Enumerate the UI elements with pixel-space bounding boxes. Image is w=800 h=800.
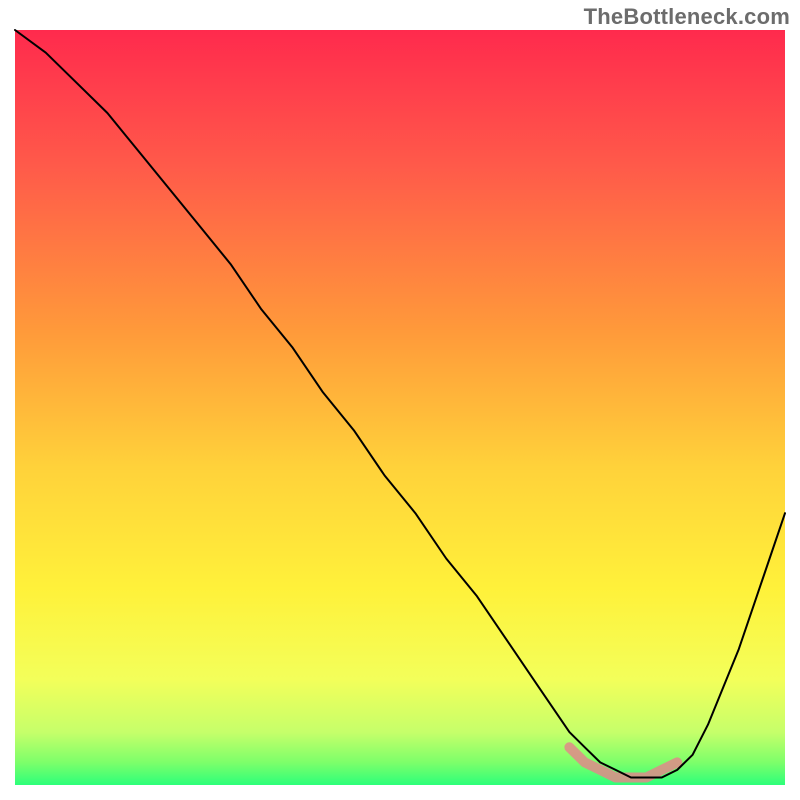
- bottleneck-chart: [0, 0, 800, 800]
- gradient-background: [15, 30, 785, 785]
- watermark-text: TheBottleneck.com: [584, 4, 790, 30]
